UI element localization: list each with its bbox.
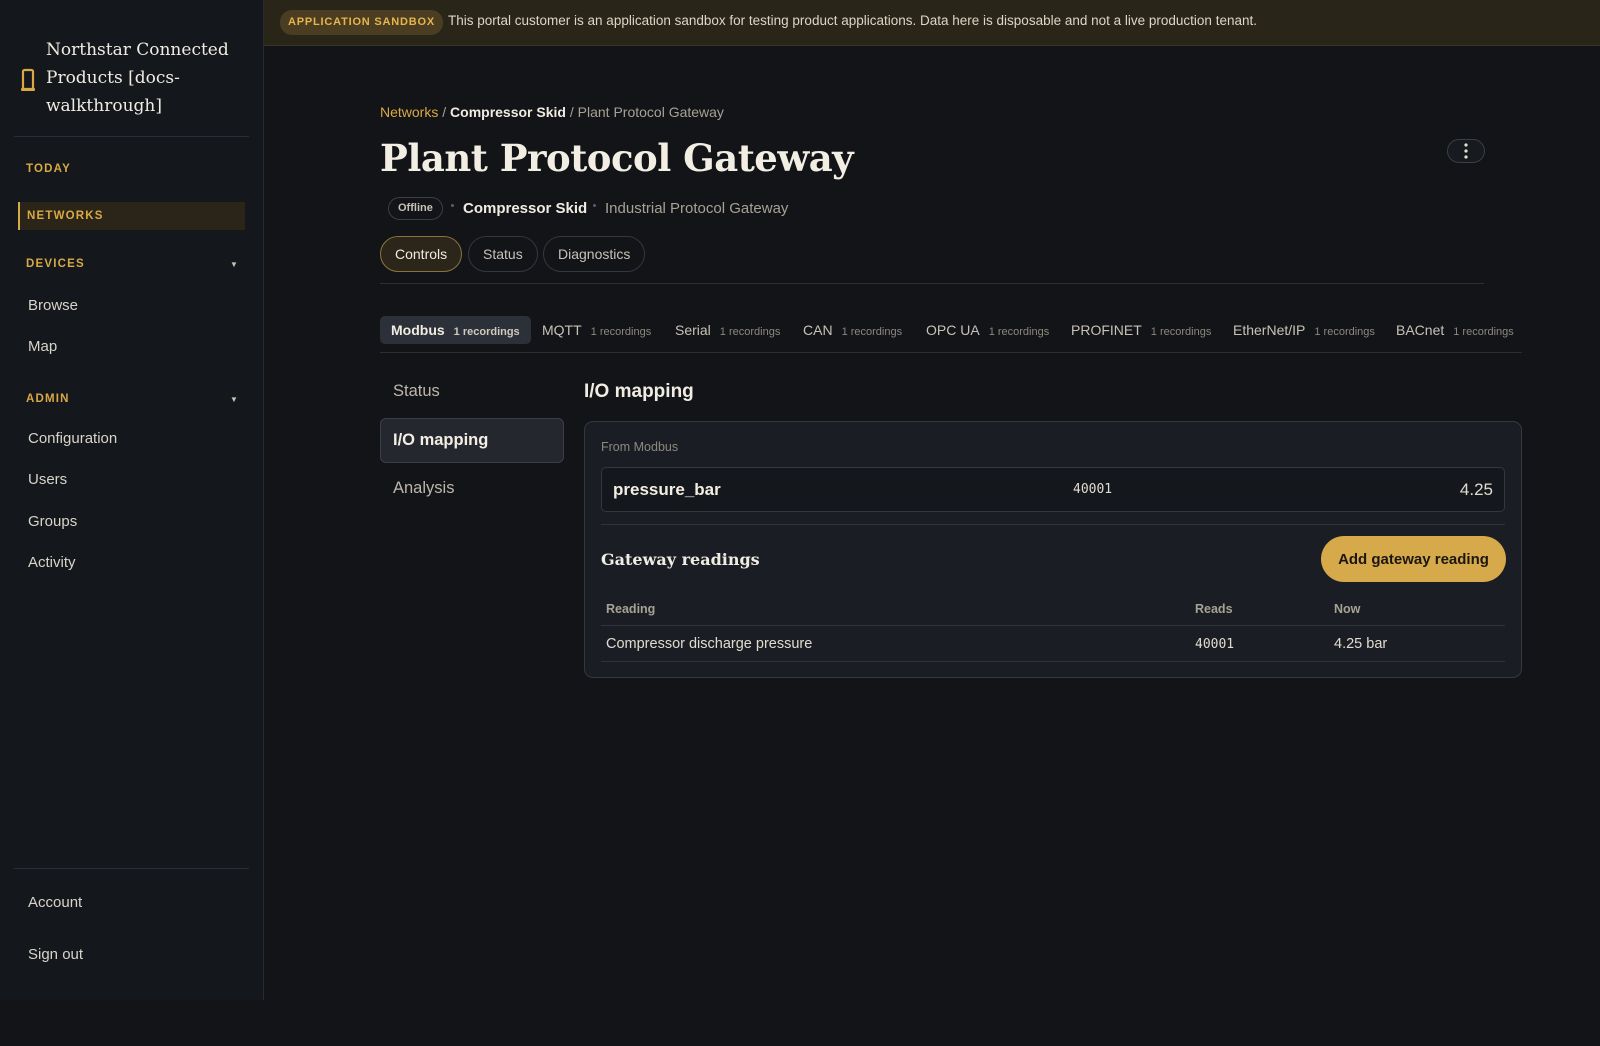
io-mapping-card: From Modbus pressure_bar 40001 4.25 Gate…	[584, 421, 1522, 678]
breadcrumb-separator: /	[442, 104, 447, 120]
column-header-reads: Reads	[1195, 602, 1233, 616]
tab-controls[interactable]: Controls	[380, 236, 463, 272]
header-divider	[380, 283, 1484, 284]
protocol-tab-can[interactable]: CAN 1 recordings	[803, 316, 902, 344]
table-row[interactable]: Compressor discharge pressure 40001 4.25…	[601, 626, 1505, 662]
readings-title: Gateway readings	[601, 550, 760, 569]
breadcrumb-network[interactable]: Compressor Skid	[450, 104, 566, 120]
protocol-divider	[380, 352, 1522, 353]
protocol-tab-mqtt[interactable]: MQTT 1 recordings	[542, 316, 651, 344]
recording-count: 1 recordings	[1453, 326, 1514, 338]
recording-count: 1 recordings	[988, 326, 1050, 338]
reading-register: 40001	[1195, 637, 1235, 652]
recording-count: 1 recordings	[453, 326, 520, 338]
nav-admin-heading[interactable]: ADMIN ▼	[26, 393, 238, 405]
tab-diagnostics[interactable]: Diagnostics	[543, 236, 646, 272]
gateway-icon	[21, 68, 35, 91]
mapping-register: 40001	[1073, 482, 1113, 497]
sidebar-item-activity[interactable]: Activity	[28, 554, 76, 571]
column-header-reading: Reading	[606, 602, 656, 616]
more-vertical-icon	[1464, 143, 1468, 159]
source-label: From Modbus	[601, 440, 679, 454]
add-gateway-reading-button[interactable]: Add gateway reading	[1321, 536, 1506, 582]
protocol-name: BACnet	[1396, 322, 1445, 338]
device-type: Industrial Protocol Gateway	[605, 200, 789, 217]
breadcrumb-networks[interactable]: Networks	[380, 104, 438, 120]
nav-admin-label: ADMIN	[26, 393, 70, 405]
reading-name: Compressor discharge pressure	[606, 636, 813, 652]
brand-name: Northstar Connected Products [docs-walkt…	[46, 40, 229, 116]
nav-today[interactable]: TODAY	[26, 163, 71, 175]
sidebar-item-browse[interactable]: Browse	[28, 297, 78, 314]
subnav-io-mapping[interactable]: I/O mapping	[380, 418, 564, 463]
reading-value: 4.25 bar	[1334, 636, 1388, 652]
status-badge: Offline	[388, 197, 443, 220]
page-title: Plant Protocol Gateway	[380, 136, 854, 180]
nav-devices-heading[interactable]: DEVICES ▼	[26, 258, 238, 270]
column-header-now: Now	[1334, 602, 1361, 616]
sandbox-banner: APPLICATION SANDBOX This portal customer…	[264, 0, 1600, 46]
protocol-tab-serial[interactable]: Serial 1 recordings	[675, 316, 780, 344]
protocol-tab-ethernet-ip[interactable]: EtherNet/IP 1 recordings	[1233, 316, 1375, 344]
more-options-button[interactable]	[1447, 139, 1485, 163]
protocol-name: EtherNet/IP	[1233, 322, 1306, 338]
banner-text: This portal customer is an application s…	[448, 13, 1257, 28]
breadcrumb-separator: /	[569, 104, 574, 120]
recording-count: 1 recordings	[719, 326, 781, 338]
chevron-down-icon: ▼	[230, 395, 240, 404]
protocol-tab-profinet[interactable]: PROFINET 1 recordings	[1071, 316, 1211, 344]
nav-devices-label: DEVICES	[26, 258, 85, 270]
subnav-status[interactable]: Status	[393, 382, 440, 401]
protocol-name: OPC UA	[926, 322, 980, 338]
tab-status[interactable]: Status	[468, 236, 538, 272]
protocol-tab-modbus[interactable]: Modbus 1 recordings	[380, 316, 531, 344]
sandbox-badge: APPLICATION SANDBOX	[280, 10, 444, 35]
mapping-row[interactable]: pressure_bar 40001 4.25	[601, 467, 1505, 512]
device-network[interactable]: Compressor Skid	[463, 200, 587, 217]
brand[interactable]: Northstar Connected Products [docs-walkt…	[18, 36, 248, 120]
recording-count: 1 recordings	[590, 326, 652, 338]
protocol-name: CAN	[803, 322, 833, 338]
mapping-value: 4.25	[1459, 480, 1493, 499]
sidebar-item-configuration[interactable]: Configuration	[28, 430, 117, 447]
protocol-name: PROFINET	[1071, 322, 1142, 338]
separator-dot	[451, 204, 454, 207]
protocol-name: Serial	[675, 322, 711, 338]
separator-dot	[593, 204, 596, 207]
breadcrumb-current: Plant Protocol Gateway	[577, 104, 724, 120]
sidebar-divider	[14, 136, 249, 137]
nav-networks[interactable]: NETWORKS	[18, 202, 245, 230]
sign-out-link[interactable]: Sign out	[28, 946, 83, 963]
recording-count: 1 recordings	[1150, 326, 1212, 338]
account-link[interactable]: Account	[28, 894, 82, 911]
protocol-tab-bacnet[interactable]: BACnet 1 recordings	[1396, 316, 1514, 344]
sidebar-item-groups[interactable]: Groups	[28, 513, 77, 530]
section-title: I/O mapping	[584, 381, 694, 402]
nav-networks-label: NETWORKS	[27, 210, 104, 222]
protocol-tab-opc-ua[interactable]: OPC UA 1 recordings	[926, 316, 1049, 344]
sidebar-divider	[14, 868, 249, 869]
subnav-io-mapping-label: I/O mapping	[393, 431, 489, 449]
recording-count: 1 recordings	[1314, 326, 1375, 338]
breadcrumb: Networks / Compressor Skid / Plant Proto…	[380, 104, 724, 120]
sidebar: Northstar Connected Products [docs-walkt…	[0, 0, 264, 1000]
mapping-name: pressure_bar	[613, 480, 721, 499]
chevron-down-icon: ▼	[230, 260, 240, 269]
sidebar-item-map[interactable]: Map	[28, 338, 57, 355]
sidebar-item-users[interactable]: Users	[28, 471, 67, 488]
card-divider	[601, 524, 1505, 525]
recording-count: 1 recordings	[841, 326, 903, 338]
protocol-name: MQTT	[542, 322, 582, 338]
subnav-analysis[interactable]: Analysis	[393, 479, 454, 498]
protocol-name: Modbus	[391, 322, 445, 338]
